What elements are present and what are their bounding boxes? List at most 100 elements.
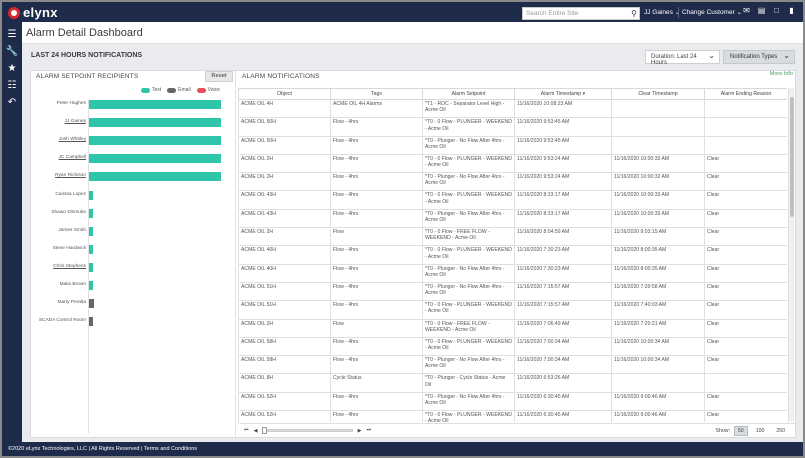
table-row[interactable]: ACME OIL 50H Flow - 4hrs *T0 - Plunger - N… — [238, 135, 787, 155]
bar-text[interactable] — [89, 172, 221, 182]
table-row[interactable]: ACME OIL 51H Flow - 4hrs *T0 - 0 Flow - PL… — [238, 300, 787, 320]
menu-icon[interactable]: ☰ — [2, 26, 22, 43]
table-row[interactable]: ACME OIL 40H Flow - 4hrs *T0 - Plunger - N… — [238, 263, 787, 283]
bar-text[interactable] — [89, 244, 93, 254]
bar-text[interactable] — [89, 154, 221, 164]
first-page-icon[interactable]: ⏮ — [244, 427, 249, 434]
next-page-icon[interactable]: ▶ — [358, 428, 362, 434]
bar-email[interactable] — [89, 299, 95, 309]
bar-text[interactable] — [89, 190, 93, 200]
page-size-250[interactable]: 250 — [772, 426, 789, 436]
bar-label: James Smith — [58, 227, 86, 233]
change-customer-menu[interactable]: Change Customer ⌄ — [682, 8, 742, 16]
page-size-100[interactable]: 100 — [752, 426, 769, 436]
document-icon[interactable]: ▤ — [757, 6, 766, 17]
bar-text[interactable] — [89, 118, 221, 128]
site-search[interactable]: Search Entire Site ⚲ — [522, 7, 640, 20]
column-header[interactable]: Object — [238, 88, 331, 100]
mail-icon[interactable]: ✉ — [742, 6, 751, 17]
table-cell: ACME OIL 40H — [238, 263, 331, 283]
table-row[interactable]: ACME OIL 2H Flow *T0 - 0 Flow - FREE FLOW … — [238, 227, 787, 247]
bar-row: Carissa Lopez — [31, 190, 236, 201]
page-size-50[interactable]: 50 — [733, 426, 748, 436]
table-cell: ACME OIL 4H — [238, 98, 331, 119]
table-cell: *T0 - 0 Flow - PLUNGER - WEEKEND - Acme … — [422, 336, 515, 357]
table-row[interactable]: ACME OIL 50H Flow - 4hrs *T0 - 0 Flow - PL… — [238, 117, 787, 137]
table-row[interactable]: ACME OIL 52H Flow - 4hrs *T0 - Plunger - N… — [238, 391, 787, 412]
bar-email[interactable] — [89, 317, 93, 327]
table-row[interactable]: ACME OIL 8H Cycle Status *T0 - Plunger - C… — [238, 373, 787, 393]
bar-label[interactable]: Chris Stephens — [53, 264, 86, 269]
legend-item-text[interactable]: Text — [141, 87, 161, 93]
bar-text[interactable] — [89, 208, 93, 218]
table-row[interactable]: ACME OIL 52H Flow - 4hrs *T0 - 0 Flow - PL… — [238, 410, 787, 422]
table-row[interactable]: ACME OIL 43H Flow - 4hrs *T0 - Plunger - N… — [238, 208, 787, 229]
table-row[interactable]: ACME OIL 2H Flow - 4hrs *T0 - 0 Flow - PLU… — [238, 153, 787, 174]
duration-select[interactable]: Duration: Last 24 Hours — [645, 50, 720, 66]
table-cell: 11/16/2020 9:53:24 AM — [514, 172, 612, 192]
table-scrollbar[interactable] — [788, 88, 794, 422]
bar-row: Steve Hardwick — [31, 244, 236, 255]
prev-page-icon[interactable]: ◀ — [254, 428, 258, 434]
slider-knob[interactable] — [261, 427, 267, 434]
column-header[interactable]: Tags — [330, 88, 423, 100]
column-header[interactable]: Alarm Setpoint — [422, 88, 515, 100]
table-cell: ACME OIL 51H — [238, 281, 331, 302]
column-header[interactable]: Clear Timestamp — [611, 88, 705, 100]
more-info-link[interactable]: More Info — [770, 71, 793, 77]
table-cell: *T0 - Plunger - Cycle Status - Acme Oil — [422, 373, 515, 393]
legend-item-email[interactable]: Email — [167, 87, 191, 93]
chart-legend: Text Email Voice — [141, 87, 220, 93]
table-cell — [704, 98, 787, 119]
page-slider[interactable] — [261, 427, 353, 434]
table-cell: *T0 - Plunger - No Flow After 4hrs - Acm… — [422, 391, 515, 412]
table-cell: *T0 - 0 Flow - PLUNGER - WEEKEND - Acme … — [422, 410, 515, 422]
table-cell: *T0 - 0 Flow - PLUNGER - WEEKEND - Acme … — [422, 190, 515, 210]
column-header[interactable]: Alarm Timestamp ▾ — [514, 88, 612, 100]
table-cell — [704, 117, 787, 137]
column-header[interactable]: Alarm Ending Reason — [704, 88, 787, 100]
notification-types-button[interactable]: Notification Types — [723, 50, 795, 64]
bar-label[interactable]: Josh Whitley — [59, 137, 86, 142]
table-row[interactable]: ACME OIL 40H Flow - 4hrs *T0 - 0 Flow - PL… — [238, 245, 787, 265]
table-row[interactable]: ACME OIL 43H Flow - 4hrs *T0 - 0 Flow - PL… — [238, 190, 787, 210]
table-row[interactable]: ACME OIL 51H Flow - 4hrs *T0 - Plunger - N… — [238, 281, 787, 302]
bookmark-icon[interactable]: ▮ — [787, 6, 796, 17]
table-row[interactable]: ACME OIL 2H Flow *T0 - 0 Flow - FREE FLOW … — [238, 318, 787, 338]
table-cell: Cycle Status — [330, 373, 423, 393]
table-cell: ACME OIL 58H — [238, 355, 331, 375]
last-page-icon[interactable]: ⏭ — [367, 427, 372, 434]
user-menu[interactable]: JJ Gaines ⌄ — [644, 8, 680, 16]
sitemap-icon[interactable]: ☷ — [2, 77, 22, 94]
table-cell: ACME OIL 2H — [238, 227, 331, 247]
bar-text[interactable] — [89, 262, 93, 272]
bar-label: SCADA Control Room — [38, 318, 86, 324]
bar-text[interactable] — [89, 136, 221, 146]
bar-label[interactable]: Ryan Richison — [55, 173, 86, 178]
brand-name: elynx — [23, 5, 58, 20]
brand-logo[interactable]: elynx — [8, 5, 58, 20]
table-cell: ACME OIL 2H — [238, 172, 331, 192]
table-row[interactable]: ACME OIL 58H Flow - 4hrs *T0 - Plunger - N… — [238, 355, 787, 375]
table-cell: Flow - 4hrs — [330, 300, 423, 320]
bar-label[interactable]: JC Campbell — [59, 155, 86, 160]
table-row[interactable]: ACME OIL 58H Flow - 4hrs *T0 - 0 Flow - PL… — [238, 336, 787, 357]
table-row[interactable]: ACME OIL 2H Flow - 4hrs *T0 - Plunger - No… — [238, 172, 787, 192]
table-row[interactable]: ACME OIL 4H ACME OIL 4H Alarms *T1 - ROC -… — [238, 98, 787, 119]
table-cell: Flow — [330, 318, 423, 338]
legend-item-voice[interactable]: Voice — [196, 87, 220, 93]
reset-button[interactable]: Reset — [205, 71, 233, 82]
search-input[interactable]: Search Entire Site — [526, 10, 578, 17]
bar-label[interactable]: JJ Gaines — [65, 119, 86, 124]
bar-text[interactable] — [89, 100, 221, 109]
bar-text[interactable] — [89, 281, 93, 290]
bar-text[interactable] — [89, 226, 93, 236]
table-cell: *T0 - Plunger - No Flow After 4hrs - Acm… — [422, 135, 515, 155]
table-cell: *T0 - 0 Flow - PLUNGER - WEEKEND - Acme … — [422, 300, 515, 320]
back-icon[interactable]: ↶ — [2, 94, 22, 111]
star-icon[interactable]: ★ — [2, 60, 22, 77]
file-icon[interactable]: □ — [772, 6, 781, 17]
wrench-icon[interactable]: 🔧 — [2, 43, 22, 60]
scrollbar-thumb[interactable] — [790, 97, 794, 217]
search-icon[interactable]: ⚲ — [631, 9, 637, 18]
